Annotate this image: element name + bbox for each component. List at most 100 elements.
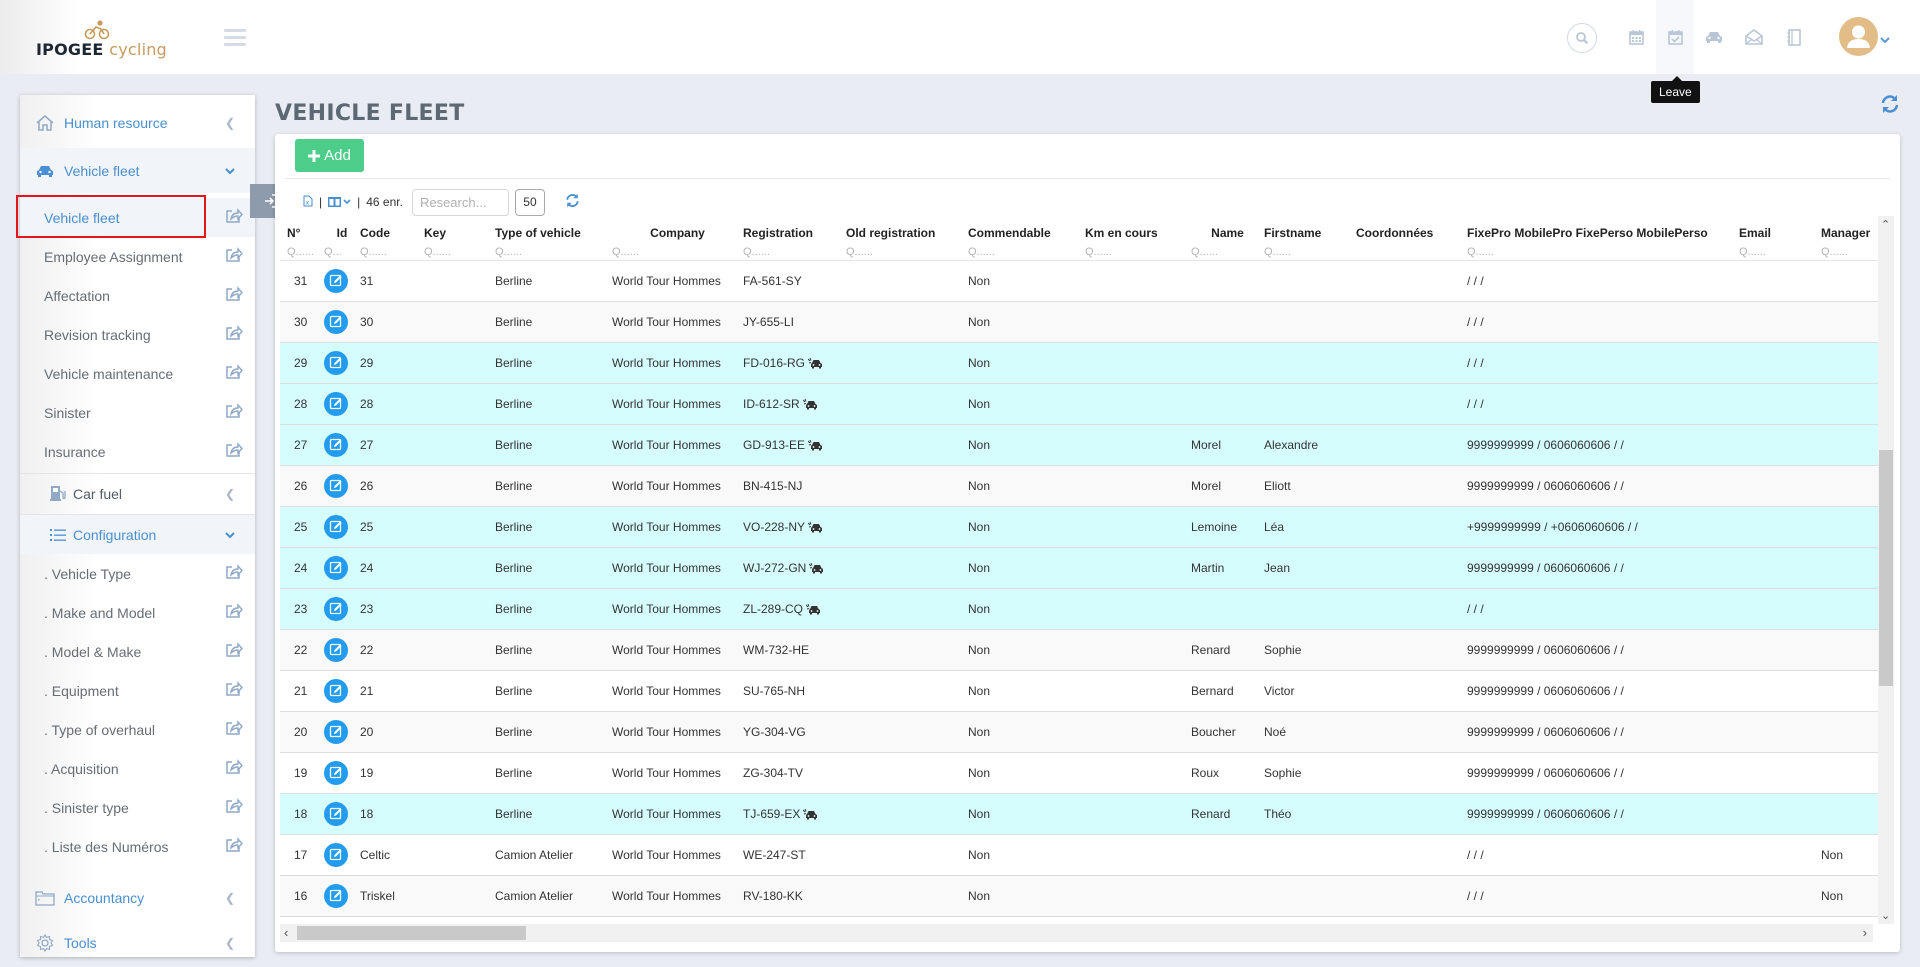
column-header-name[interactable]: Name Q......	[1191, 216, 1264, 261]
sidebar-item-liste-des-num-ros[interactable]: . Liste des Numéros	[20, 827, 255, 866]
column-header-firstname[interactable]: Firstname Q......	[1264, 216, 1356, 261]
edit-button[interactable]	[324, 719, 348, 744]
edit-button[interactable]	[324, 350, 348, 375]
column-filter-input[interactable]: Q......	[1264, 246, 1356, 258]
table-row[interactable]: 19 19 Berline World Tour Hommes ZG-304-TV Non…	[280, 752, 1881, 794]
table-row[interactable]: 31 31 Berline World Tour Hommes FA-561-SY Non…	[280, 260, 1881, 302]
external-link-icon[interactable]	[225, 208, 243, 227]
sidebar-item-employee-assignment[interactable]: Employee Assignment	[20, 237, 255, 276]
vertical-scrollbar[interactable]: ⌃ ⌄	[1878, 216, 1894, 924]
table-row[interactable]: 24 24 Berline World Tour Hommes WJ-272-GN Non…	[280, 547, 1881, 589]
scroll-left-icon[interactable]: ‹	[284, 925, 288, 940]
external-link-icon[interactable]	[225, 798, 243, 817]
column-header-old-reg[interactable]: Old registration Q......	[846, 216, 968, 261]
column-filter-input[interactable]: Q......	[424, 246, 495, 258]
column-filter-input[interactable]: Q......	[1467, 246, 1739, 258]
column-filter-input[interactable]: Q......	[612, 246, 743, 258]
column-filter-input[interactable]: Q......	[743, 246, 846, 258]
external-link-icon[interactable]	[225, 564, 243, 583]
edit-button[interactable]	[324, 883, 348, 908]
scroll-up-icon[interactable]: ⌃	[1881, 218, 1890, 231]
sidebar-item-vehicle-type[interactable]: . Vehicle Type	[20, 554, 255, 593]
column-header-code[interactable]: Code Q......	[360, 216, 424, 261]
column-header-n[interactable]: N° Q......	[280, 216, 324, 261]
chevron-down-icon[interactable]	[1880, 32, 1890, 47]
sidebar-item-vehicle-fleet-section[interactable]: Vehicle fleet	[20, 148, 255, 193]
edit-button[interactable]	[324, 514, 348, 539]
edit-button[interactable]	[324, 678, 348, 703]
notebook-icon[interactable]	[1779, 22, 1809, 52]
column-filter-input[interactable]: Q......	[1191, 246, 1264, 258]
edit-button[interactable]	[324, 842, 348, 867]
sidebar-item-make-and-model[interactable]: . Make and Model	[20, 593, 255, 632]
column-header-km[interactable]: Km en cours Q......	[1085, 216, 1191, 261]
column-header-commendable[interactable]: Commendable Q......	[968, 216, 1085, 261]
table-row[interactable]: 22 22 Berline World Tour Hommes WM-732-HE Non…	[280, 629, 1881, 671]
external-link-icon[interactable]	[225, 286, 243, 305]
edit-button[interactable]	[324, 309, 348, 334]
edit-button[interactable]	[324, 760, 348, 785]
sidebar-item-configuration[interactable]: Configuration	[20, 515, 255, 554]
scroll-right-icon[interactable]: ›	[1863, 925, 1867, 940]
excel-export-icon[interactable]: x	[303, 195, 313, 210]
user-avatar[interactable]	[1839, 17, 1878, 56]
sidebar-item-vehicle-maintenance[interactable]: Vehicle maintenance	[20, 354, 255, 393]
sidebar-item-human-resource[interactable]: Human resource ❮	[20, 103, 255, 142]
edit-button[interactable]	[324, 432, 348, 457]
column-header-email[interactable]: Email Q......	[1739, 216, 1821, 261]
column-filter-input[interactable]: Q......	[1739, 246, 1821, 258]
external-link-icon[interactable]	[225, 364, 243, 383]
page-size-select[interactable]: 50	[514, 188, 545, 216]
column-header-registration[interactable]: Registration Q......	[743, 216, 846, 261]
column-header-key[interactable]: Key Q......	[424, 216, 495, 261]
scroll-down-icon[interactable]: ⌄	[1881, 909, 1890, 922]
column-header-type[interactable]: Type of vehicle Q......	[495, 216, 612, 261]
sidebar-item-acquisition[interactable]: . Acquisition	[20, 749, 255, 788]
sidebar-item-type-of-overhaul[interactable]: . Type of overhaul	[20, 710, 255, 749]
column-header-manager[interactable]: Manager Q......	[1821, 216, 1881, 261]
sidebar-item-equipment[interactable]: . Equipment	[20, 671, 255, 710]
calendar-icon[interactable]	[1621, 22, 1651, 52]
envelope-open-icon[interactable]	[1739, 22, 1769, 52]
external-link-icon[interactable]	[225, 720, 243, 739]
table-row[interactable]: 17 Celtic Camion Atelier World Tour Hommes W…	[280, 834, 1881, 876]
edit-button[interactable]	[324, 596, 348, 621]
search-input[interactable]	[411, 188, 509, 216]
search-icon[interactable]	[1567, 23, 1597, 53]
external-link-icon[interactable]	[225, 442, 243, 461]
horizontal-scrollbar[interactable]: ‹ ›	[280, 924, 1873, 942]
external-link-icon[interactable]	[225, 247, 243, 266]
sidebar-item-affectation[interactable]: Affectation	[20, 276, 255, 315]
column-filter-input[interactable]: Q......	[968, 246, 1085, 258]
table-row[interactable]: 23 23 Berline World Tour Hommes ZL-289-CQ Non…	[280, 588, 1881, 630]
external-link-icon[interactable]	[225, 759, 243, 778]
external-link-icon[interactable]	[225, 681, 243, 700]
table-row[interactable]: 18 18 Berline World Tour Hommes TJ-659-EX Non…	[280, 793, 1881, 835]
logo[interactable]: IPOGEE cycling	[36, 18, 167, 62]
sidebar-item-insurance[interactable]: Insurance	[20, 432, 255, 471]
table-row[interactable]: 20 20 Berline World Tour Hommes YG-304-VG Non…	[280, 711, 1881, 753]
edit-button[interactable]	[324, 801, 348, 826]
external-link-icon[interactable]	[225, 642, 243, 661]
sidebar-item-tools[interactable]: Tools ❮	[20, 923, 255, 957]
column-filter-input[interactable]: Q......	[1085, 246, 1191, 258]
column-filter-input[interactable]: Q......	[360, 246, 424, 258]
sidebar-item-vehicle-fleet[interactable]: Vehicle fleet	[20, 198, 255, 237]
column-filter-input[interactable]: Q......	[1821, 246, 1881, 258]
edit-button[interactable]	[324, 391, 348, 416]
external-link-icon[interactable]	[225, 403, 243, 422]
column-header-company[interactable]: Company Q......	[612, 216, 743, 261]
car-icon[interactable]	[1699, 22, 1729, 52]
calendar-check-icon[interactable]	[1660, 22, 1690, 52]
sidebar-item-accountancy[interactable]: Accountancy ❮	[20, 878, 255, 917]
sidebar-item-car-fuel[interactable]: Car fuel ❮	[20, 474, 255, 513]
menu-toggle-button[interactable]	[224, 29, 246, 46]
external-link-icon[interactable]	[225, 603, 243, 622]
table-row[interactable]: 30 30 Berline World Tour Hommes JY-655-LI Non…	[280, 301, 1881, 343]
column-header-phones[interactable]: FixePro MobilePro FixePerso MobilePerso Q…	[1467, 216, 1739, 261]
columns-toggle-button[interactable]	[328, 197, 351, 207]
table-row[interactable]: 26 26 Berline World Tour Hommes BN-415-NJ Non…	[280, 465, 1881, 507]
refresh-page-button[interactable]	[1880, 94, 1900, 117]
column-filter-input[interactable]: Q......	[495, 246, 612, 258]
table-row[interactable]: 16 Triskel Camion Atelier World Tour Hommes…	[280, 875, 1881, 917]
